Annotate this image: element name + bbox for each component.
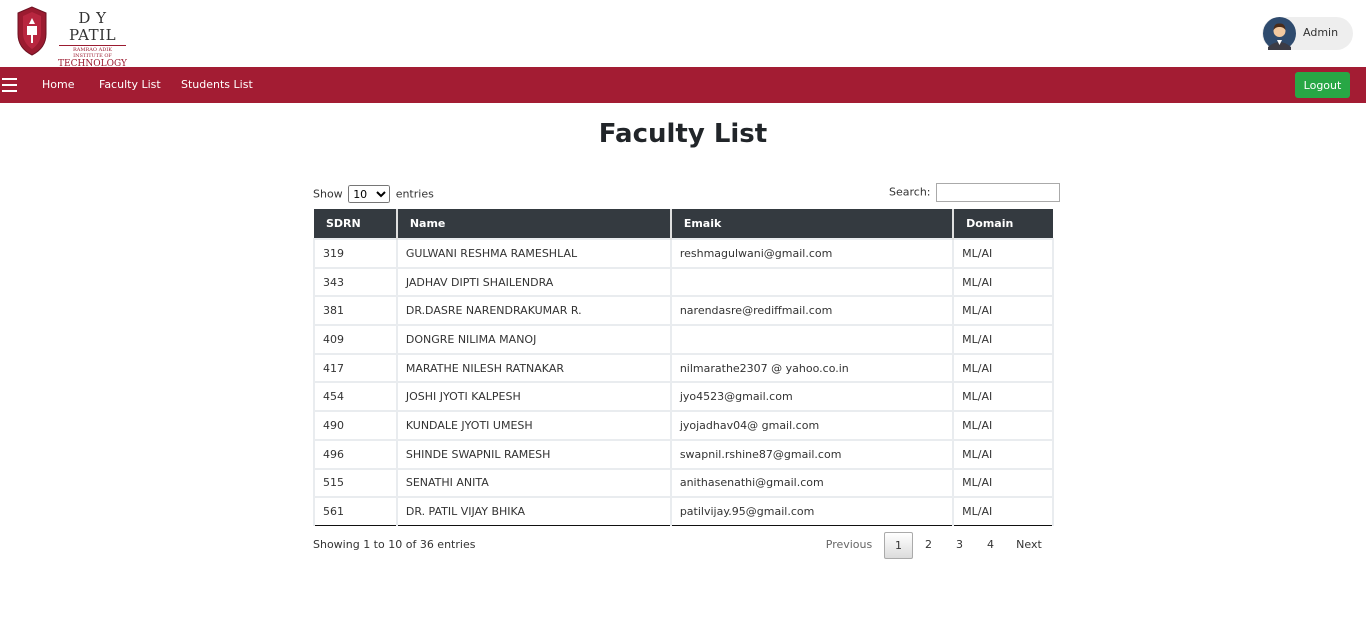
column-header-sdrn[interactable]: SDRN — [314, 209, 398, 239]
cell-name: JADHAV DIPTI SHAILENDRA — [395, 266, 672, 298]
pagination-page-1[interactable]: 1 — [884, 532, 913, 559]
pagination-page-2[interactable]: 2 — [915, 532, 942, 557]
cell-sdrn: 496 — [313, 438, 398, 470]
cell-domain: ML/AI — [952, 381, 1054, 413]
table-info: Showing 1 to 10 of 36 entries — [313, 538, 476, 551]
show-label: Show — [313, 187, 343, 201]
table-body: 319 GULWANI RESHMA RAMESHLAL reshmagulwani… — [313, 238, 1054, 527]
cell-sdrn: 417 — [313, 352, 398, 384]
nav-students-list[interactable]: Students List — [181, 78, 253, 91]
table-row: 561 DR. PATIL VIJAY BHIKA patilvijay.95@gm… — [313, 496, 1054, 527]
page-title: Faculty List — [598, 119, 768, 149]
institute-logo[interactable]: D Y PATIL RAMRAO ADIK INSTITUTE OF TECHN… — [15, 6, 130, 74]
search-label: Search: — [889, 185, 931, 199]
nav-faculty-list[interactable]: Faculty List — [99, 78, 161, 91]
cell-name: JOSHI JYOTI KALPESH — [395, 381, 672, 413]
cell-email: reshmagulwani@gmail.com — [669, 238, 955, 269]
column-header-domain[interactable]: Domain — [953, 209, 1053, 239]
cell-sdrn: 409 — [313, 324, 398, 355]
logo-line-1: RAMRAO ADIK — [59, 45, 126, 53]
cell-name: KUNDALE JYOTI UMESH — [395, 410, 672, 441]
cell-email — [669, 324, 955, 355]
cell-email: swapnil.rshine87@gmail.com — [669, 438, 955, 470]
table-row: 417 MARATHE NILESH RATNAKAR nilmarathe2307… — [313, 352, 1054, 384]
cell-name: DR. PATIL VIJAY BHIKA — [395, 496, 672, 527]
cell-domain: ML/AI — [952, 324, 1054, 355]
table-row: 319 GULWANI RESHMA RAMESHLAL reshmagulwani… — [313, 238, 1054, 269]
cell-sdrn: 515 — [313, 467, 398, 499]
top-header: D Y PATIL RAMRAO ADIK INSTITUTE OF TECHN… — [0, 0, 1366, 74]
user-name: Admin — [1303, 26, 1339, 39]
cell-name: MARATHE NILESH RATNAKAR — [395, 352, 672, 384]
cell-name: SENATHI ANITA — [395, 467, 672, 499]
table-row: 496 SHINDE SWAPNIL RAMESH swapnil.rshine87… — [313, 438, 1054, 470]
nav-home[interactable]: Home — [42, 78, 74, 91]
cell-sdrn: 381 — [313, 295, 398, 327]
table-row: 343 JADHAV DIPTI SHAILENDRA ML/AI — [313, 266, 1054, 298]
cell-sdrn: 454 — [313, 381, 398, 413]
search-control: Search: — [889, 183, 1060, 202]
cell-name: SHINDE SWAPNIL RAMESH — [395, 438, 672, 470]
table-header-row: SDRN Name Emaik Domain — [314, 209, 1053, 239]
cell-name: DONGRE NILIMA MANOJ — [395, 324, 672, 355]
cell-sdrn: 561 — [313, 496, 398, 527]
avatar-icon — [1263, 17, 1296, 50]
hamburger-menu-icon[interactable] — [2, 78, 17, 92]
cell-name: DR.DASRE NARENDRAKUMAR R. — [395, 295, 672, 327]
cell-email: jyojadhav04@ gmail.com — [669, 410, 955, 441]
cell-domain: ML/AI — [952, 496, 1054, 527]
entries-label: entries — [395, 187, 434, 201]
cell-email: nilmarathe2307 @ yahoo.co.in — [669, 352, 955, 384]
entries-length-control: Show 10 entries — [313, 185, 434, 203]
cell-email: jyo4523@gmail.com — [669, 381, 955, 413]
cell-name: GULWANI RESHMA RAMESHLAL — [395, 238, 672, 269]
cell-domain: ML/AI — [952, 266, 1054, 298]
faculty-table: SDRN Name Emaik Domain 319 GULWANI RESHMA… — [313, 209, 1054, 527]
search-input[interactable] — [936, 183, 1060, 202]
cell-domain: ML/AI — [952, 352, 1054, 384]
user-menu[interactable]: Admin — [1262, 17, 1353, 50]
cell-email: patilvijay.95@gmail.com — [669, 496, 955, 527]
pagination-page-3[interactable]: 3 — [946, 532, 973, 557]
cell-domain: ML/AI — [952, 438, 1054, 470]
cell-sdrn: 490 — [313, 410, 398, 441]
logout-button[interactable]: Logout — [1295, 72, 1350, 98]
cell-domain: ML/AI — [952, 238, 1054, 269]
cell-domain: ML/AI — [952, 467, 1054, 499]
cell-sdrn: 343 — [313, 266, 398, 298]
table-row: 409 DONGRE NILIMA MANOJ ML/AI — [313, 324, 1054, 355]
main-navbar: Home Faculty List Students List Logout — [0, 67, 1366, 103]
cell-email: anithasenathi@gmail.com — [669, 467, 955, 499]
logo-title: D Y PATIL — [68, 9, 117, 44]
table-row: 490 KUNDALE JYOTI UMESH jyojadhav04@ gmail… — [313, 410, 1054, 441]
table-row: 381 DR.DASRE NARENDRAKUMAR R. narendasre@r… — [313, 295, 1054, 327]
column-header-name[interactable]: Name — [396, 209, 672, 239]
cell-domain: ML/AI — [952, 295, 1054, 327]
pagination-next[interactable]: Next — [1012, 532, 1046, 557]
entries-select[interactable]: 10 — [348, 185, 391, 203]
column-header-email[interactable]: Emaik — [670, 209, 955, 239]
cell-domain: ML/AI — [952, 410, 1054, 441]
cell-email — [669, 266, 955, 298]
table-row: 454 JOSHI JYOTI KALPESH jyo4523@gmail.com M… — [313, 381, 1054, 413]
pagination-page-4[interactable]: 4 — [977, 532, 1004, 557]
table-row: 515 SENATHI ANITA anithasenathi@gmail.com M… — [313, 467, 1054, 499]
shield-logo-icon — [17, 6, 47, 56]
pagination-previous[interactable]: Previous — [820, 532, 878, 557]
cell-sdrn: 319 — [313, 238, 398, 269]
cell-email: narendasre@rediffmail.com — [669, 295, 955, 327]
